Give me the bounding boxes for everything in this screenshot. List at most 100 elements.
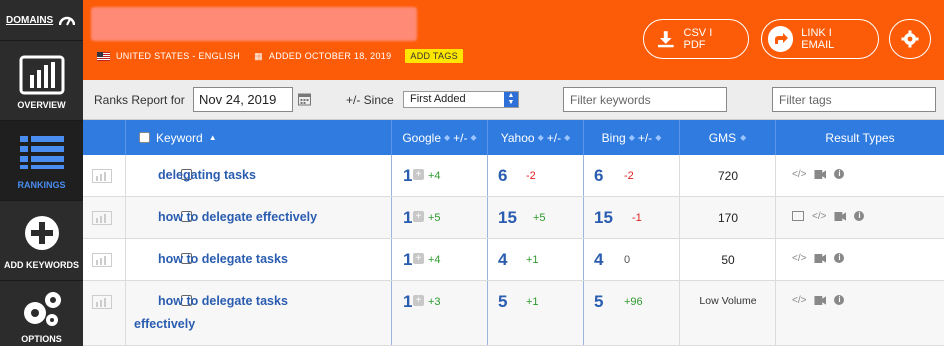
info-icon[interactable]: i	[834, 295, 845, 305]
sort-icon: ◆	[740, 133, 747, 142]
header-keyword[interactable]: Keyword ▲	[125, 120, 391, 155]
report-date-input[interactable]: Nov 24, 2019	[193, 87, 293, 112]
result-types-cell: </> i	[775, 197, 944, 238]
keyword-link[interactable]: how to delegate effectively	[158, 210, 317, 224]
video-icon[interactable]	[814, 254, 827, 263]
google-cell: 1 +4	[391, 155, 487, 196]
keyword-link-continued[interactable]: effectively	[134, 317, 195, 331]
domain-meta: UNITED STATES - ENGLISH ▦ ADDED OCTOBER …	[97, 49, 463, 63]
video-icon[interactable]	[814, 296, 827, 305]
rank-chart-icon[interactable]	[92, 211, 112, 225]
yahoo-rank: 6	[498, 166, 508, 185]
result-types-cell: </> i	[775, 281, 944, 345]
video-icon[interactable]	[834, 212, 847, 221]
keyword-cell: how to delegate tasks +	[125, 239, 424, 280]
sort-icon: ◆	[470, 133, 477, 142]
sidebar-item-rankings[interactable]: RANKINGS	[0, 120, 83, 200]
sidebar-item-options[interactable]: OPTIONS	[0, 280, 83, 346]
gms-cell: 720	[679, 155, 775, 196]
rank-chart-icon[interactable]	[92, 253, 112, 267]
bing-rank: 5	[594, 292, 604, 311]
table-row: how to delegate tasks effectively +1 +3 5 +1 5…	[83, 281, 944, 346]
keyword-link[interactable]: delegating tasks	[158, 168, 256, 182]
yahoo-cell: 4 +1	[487, 239, 583, 280]
header-google-change: +/-	[453, 130, 468, 145]
header-bing-change: +/-	[637, 130, 653, 145]
gms-value: 50	[721, 253, 735, 267]
gms-value: Low Volume	[699, 295, 757, 307]
google-rank: 1	[403, 208, 413, 227]
yahoo-cell: 5 +1	[487, 281, 583, 345]
header-result-types-label: Result Types	[825, 130, 895, 145]
yahoo-rank: 15	[498, 208, 517, 227]
dashboard-gauge-icon[interactable]	[59, 14, 75, 26]
google-cell: 1 +3	[391, 281, 487, 345]
header-keyword-label: Keyword	[156, 130, 203, 145]
header-gms[interactable]: GMS ◆	[679, 120, 775, 155]
bing-change: +96	[624, 296, 643, 308]
code-icon[interactable]: </>	[792, 169, 806, 180]
header-yahoo[interactable]: Yahoo ◆ +/- ◆	[487, 120, 583, 155]
link-email-button[interactable]: LINK I EMAIL	[761, 19, 879, 59]
add-tags-button[interactable]: ADD TAGS	[405, 49, 463, 63]
video-icon[interactable]	[814, 170, 827, 179]
select-arrows-icon: ▲ ▼	[504, 92, 518, 107]
domains-link[interactable]: DOMAINS	[0, 0, 83, 40]
sidebar: DOMAINS OVERVIEW RANKINGS ADD KEYWORDS O…	[0, 0, 83, 346]
code-icon[interactable]: </>	[812, 211, 826, 222]
filter-bar: Ranks Report for Nov 24, 2019 +/- Since …	[83, 80, 944, 120]
bing-cell: 15 -1	[583, 197, 679, 238]
calendar-icon: ▦	[254, 50, 263, 61]
gms-cell: 170	[679, 197, 775, 238]
rank-chart-icon[interactable]	[92, 295, 112, 309]
yahoo-change: +1	[526, 254, 539, 266]
google-rank: 1	[403, 250, 413, 269]
sidebar-item-label: OPTIONS	[21, 334, 62, 344]
info-icon[interactable]: i	[834, 169, 845, 179]
filter-tags-input[interactable]: Filter tags	[772, 87, 936, 112]
result-type-icons: </> i	[792, 211, 865, 222]
select-all-checkbox[interactable]	[139, 132, 150, 143]
image-icon[interactable]	[792, 211, 804, 221]
yahoo-rank: 4	[498, 250, 508, 269]
code-icon[interactable]: </>	[792, 253, 806, 264]
sort-icon: ◆	[564, 133, 571, 142]
keyword-cell: how to delegate effectively +	[125, 197, 424, 238]
gms-cell: Low Volume	[679, 281, 775, 345]
keyword-cell: delegating tasks +	[125, 155, 424, 196]
header-google[interactable]: Google ◆ +/- ◆	[391, 120, 487, 155]
code-icon[interactable]: </>	[792, 295, 806, 306]
info-icon[interactable]: i	[854, 211, 865, 221]
gears-icon	[23, 292, 61, 326]
bing-cell: 6 -2	[583, 155, 679, 196]
google-rank: 1	[403, 292, 413, 311]
keyword-cell: how to delegate tasks effectively +	[125, 281, 424, 345]
settings-button[interactable]	[889, 19, 931, 59]
google-change: +4	[428, 254, 441, 266]
domains-label: DOMAINS	[6, 14, 54, 26]
google-rank: 1	[403, 166, 413, 185]
info-icon[interactable]: i	[834, 253, 845, 263]
header-chart-col	[83, 120, 125, 155]
result-type-icons: </> i	[792, 295, 845, 306]
rank-chart-icon[interactable]	[92, 169, 112, 183]
result-type-icons: </> i	[792, 169, 845, 180]
csv-pdf-button[interactable]: CSV I PDF	[643, 19, 749, 59]
sort-icon: ◆	[444, 133, 451, 142]
since-select[interactable]: First Added ▲ ▼	[403, 91, 519, 108]
result-types-cell: </> i	[775, 239, 944, 280]
sidebar-item-overview[interactable]: OVERVIEW	[0, 40, 83, 120]
filter-keywords-input[interactable]: Filter keywords	[563, 87, 727, 112]
yahoo-change: +1	[526, 296, 539, 308]
since-selected-value: First Added	[410, 93, 466, 105]
yahoo-change: +5	[533, 212, 546, 224]
sidebar-item-add-keywords[interactable]: ADD KEYWORDS	[0, 200, 83, 280]
header-bing-label: Bing	[601, 130, 626, 145]
keyword-link[interactable]: how to delegate tasks	[158, 252, 288, 266]
keyword-link[interactable]: how to delegate tasks	[158, 294, 288, 308]
calendar-icon[interactable]	[298, 92, 311, 106]
domain-title-redacted	[91, 7, 417, 41]
gms-cell: 50	[679, 239, 775, 280]
share-icon	[768, 26, 794, 52]
header-bing[interactable]: Bing ◆ +/- ◆	[583, 120, 679, 155]
